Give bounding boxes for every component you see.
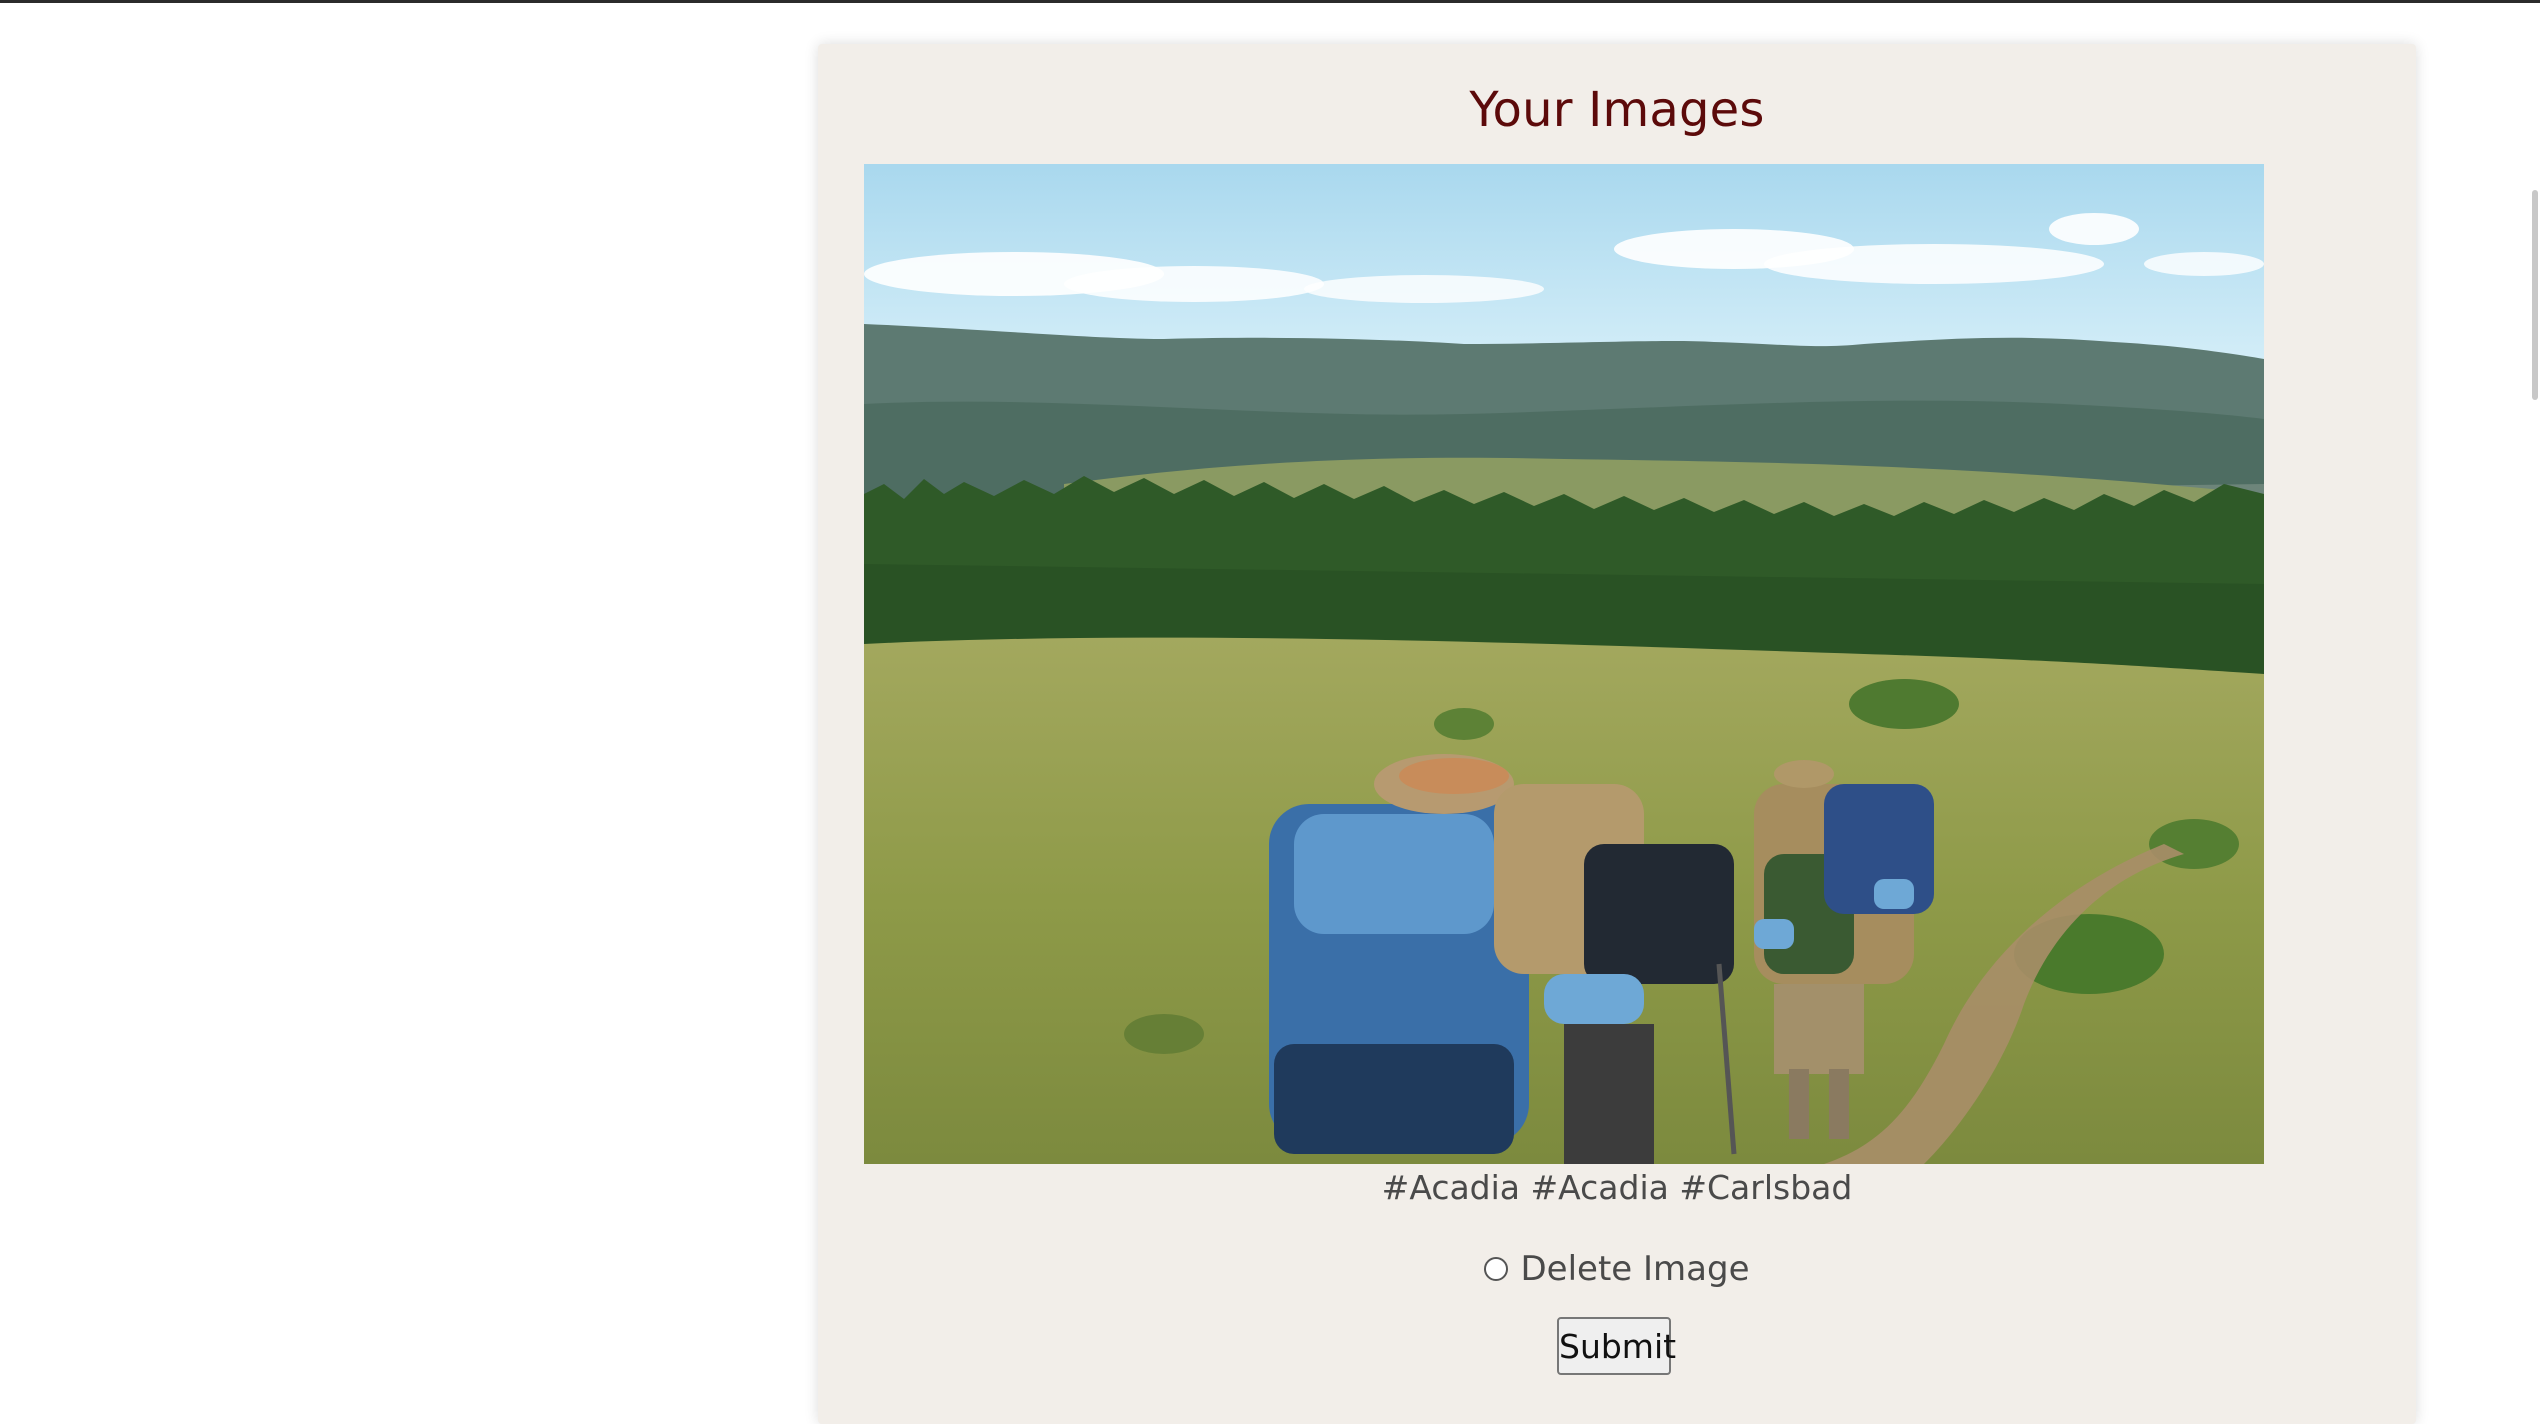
images-card: Your Images #Acadia #Acadia #Carlsbad De…: [818, 44, 2416, 1424]
page-title: Your Images: [1469, 82, 1765, 138]
delete-image-option[interactable]: Delete Image: [818, 1249, 2416, 1289]
page-scrollbar[interactable]: [2532, 190, 2538, 400]
delete-image-label: Delete Image: [1520, 1249, 1750, 1289]
delete-radio[interactable]: [1484, 1257, 1509, 1281]
image-tags: #Acadia #Acadia #Carlsbad: [1381, 1168, 1853, 1207]
top-border: [0, 0, 2540, 3]
hikers-image: [864, 164, 2264, 1164]
submit-button[interactable]: Submit: [1557, 1317, 1676, 1375]
